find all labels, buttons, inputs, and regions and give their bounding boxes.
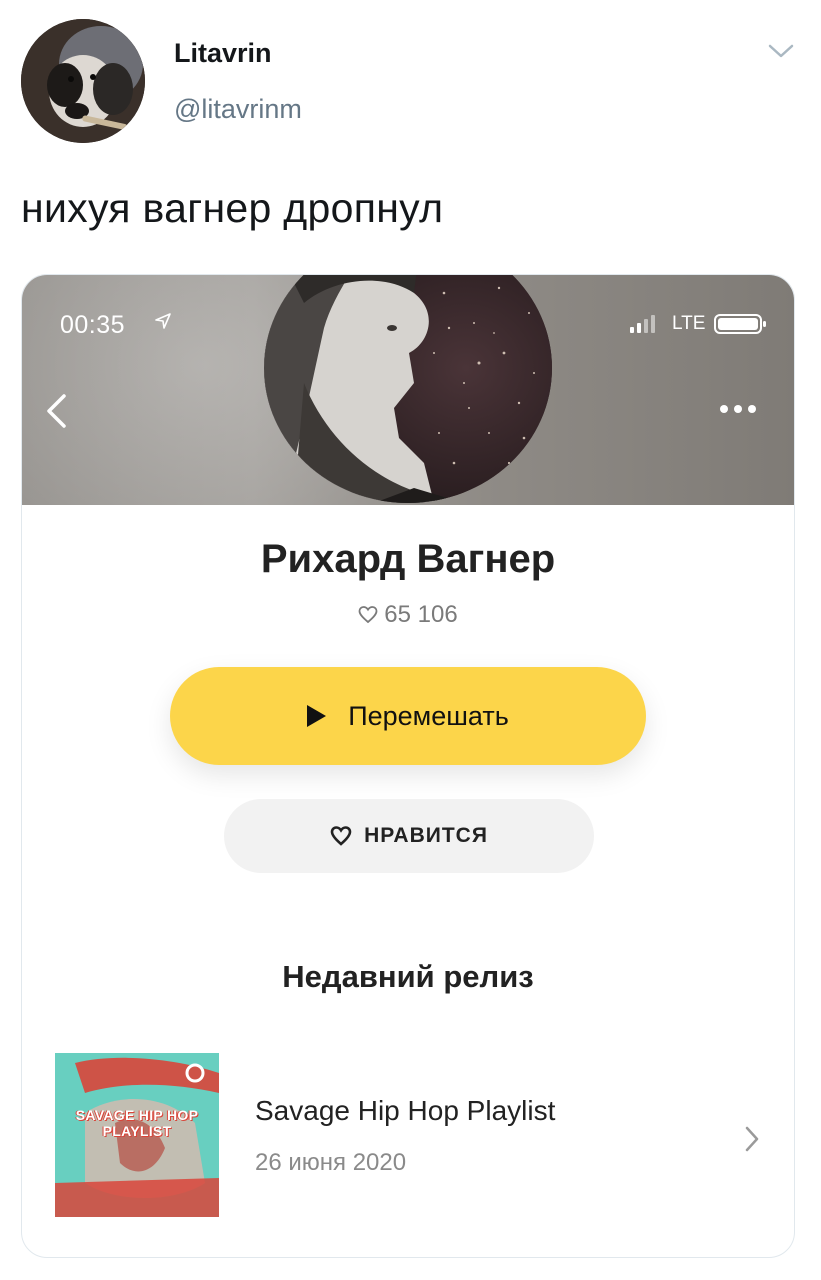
more-dots-icon[interactable] <box>718 403 758 415</box>
heart-icon <box>358 606 378 624</box>
like-button[interactable]: НРАВИТСЯ <box>224 799 594 873</box>
tweet-media-card[interactable]: 00:35 LTE Рихард Вагнер 65 106 Перемешат… <box>21 274 795 1258</box>
release-cover: SAVAGE HIP HOP PLAYLIST <box>55 1053 219 1217</box>
chevron-right-icon[interactable] <box>744 1125 760 1153</box>
release-title: Savage Hip Hop Playlist <box>255 1095 556 1126</box>
user-avatar[interactable] <box>21 19 145 143</box>
release-date: 26 июня 2020 <box>255 1149 407 1176</box>
network-type: LTE <box>672 313 706 334</box>
recent-release-heading: Недавний релиз <box>282 959 534 994</box>
display-name[interactable]: Litavrin <box>174 38 272 69</box>
likes-count-row: 65 106 <box>22 601 794 629</box>
chevron-down-icon[interactable] <box>766 40 796 62</box>
play-icon <box>307 705 327 727</box>
tweet-text: нихуя вагнер дропнул <box>21 185 444 231</box>
status-time: 00:35 <box>60 311 126 339</box>
artist-name: Рихард Вагнер <box>260 537 556 581</box>
battery-icon <box>714 314 766 334</box>
back-chevron-icon[interactable] <box>44 393 68 429</box>
like-button-label: НРАВИТСЯ <box>364 824 488 847</box>
signal-icon <box>630 315 655 333</box>
likes-count: 65 106 <box>384 601 458 628</box>
user-handle[interactable]: @litavrinm <box>174 94 302 125</box>
artist-header: 00:35 LTE <box>22 275 794 505</box>
heart-icon <box>330 826 352 846</box>
release-cover-text: SAVAGE HIP HOP PLAYLIST <box>75 1107 199 1139</box>
shuffle-button-label: Перемешать <box>348 700 509 731</box>
location-arrow-icon <box>155 313 171 329</box>
recent-release-item[interactable]: SAVAGE HIP HOP PLAYLIST Savage Hip Hop P… <box>22 1045 794 1225</box>
shuffle-button[interactable]: Перемешать <box>170 667 646 765</box>
